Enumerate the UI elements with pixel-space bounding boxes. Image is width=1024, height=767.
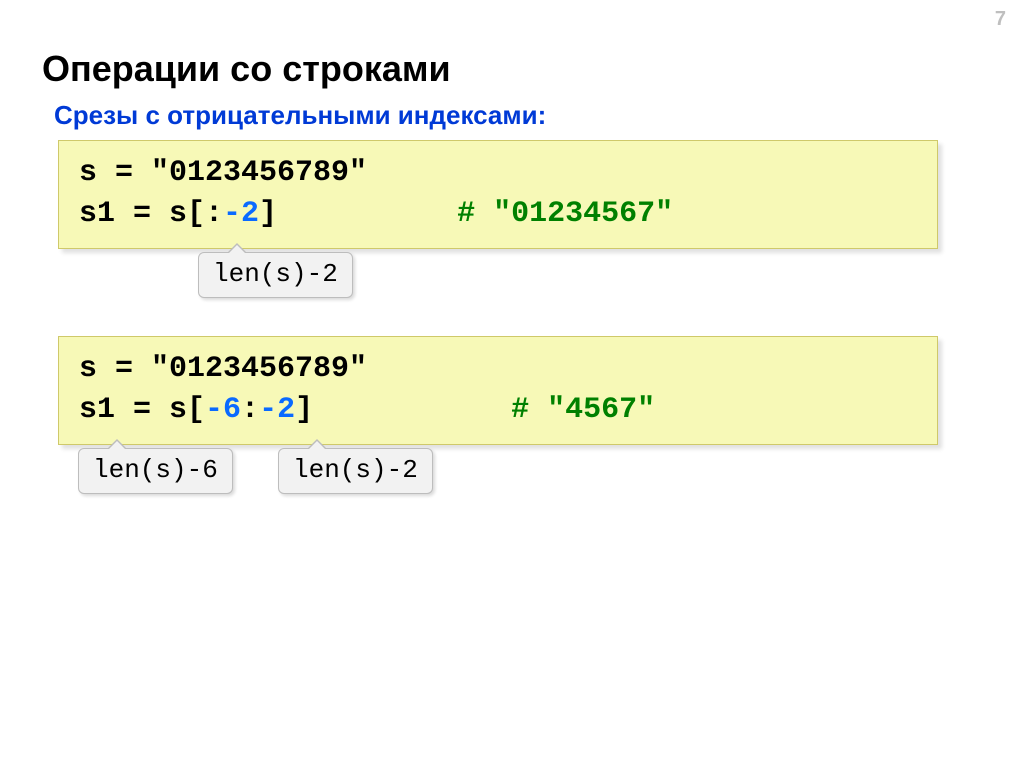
- code-line: s = "0123456789": [79, 349, 917, 390]
- code-text: s =: [79, 352, 151, 386]
- code-comment: # "4567": [511, 393, 655, 427]
- subtitle: Срезы с отрицательными индексами:: [54, 100, 546, 131]
- code-text: s1 = s[: [79, 393, 205, 427]
- code-text: :: [241, 393, 259, 427]
- callout-len-s-minus-2: len(s)-2: [198, 252, 353, 298]
- string-literal: "0123456789": [151, 352, 367, 386]
- code-line: s1 = s[-6:-2] # "4567": [79, 390, 917, 431]
- code-text: s1 = s[:: [79, 197, 223, 231]
- code-gap: [313, 393, 511, 427]
- code-block-2: s = "0123456789" s1 = s[-6:-2] # "4567": [58, 336, 938, 445]
- negative-index: -2: [223, 197, 259, 231]
- code-line: s1 = s[:-2] # "01234567": [79, 194, 917, 235]
- page-title: Операции со строками: [42, 48, 451, 90]
- code-text: ]: [295, 393, 313, 427]
- string-literal: "0123456789": [151, 156, 367, 190]
- code-block-1: s = "0123456789" s1 = s[:-2] # "01234567…: [58, 140, 938, 249]
- negative-index: -6: [205, 393, 241, 427]
- code-text: s =: [79, 156, 151, 190]
- callout-len-s-minus-6: len(s)-6: [78, 448, 233, 494]
- code-line: s = "0123456789": [79, 153, 917, 194]
- code-comment: # "01234567": [457, 197, 673, 231]
- code-text: ]: [259, 197, 277, 231]
- code-gap: [277, 197, 457, 231]
- negative-index: -2: [259, 393, 295, 427]
- page-number: 7: [995, 8, 1006, 31]
- callout-len-s-minus-2: len(s)-2: [278, 448, 433, 494]
